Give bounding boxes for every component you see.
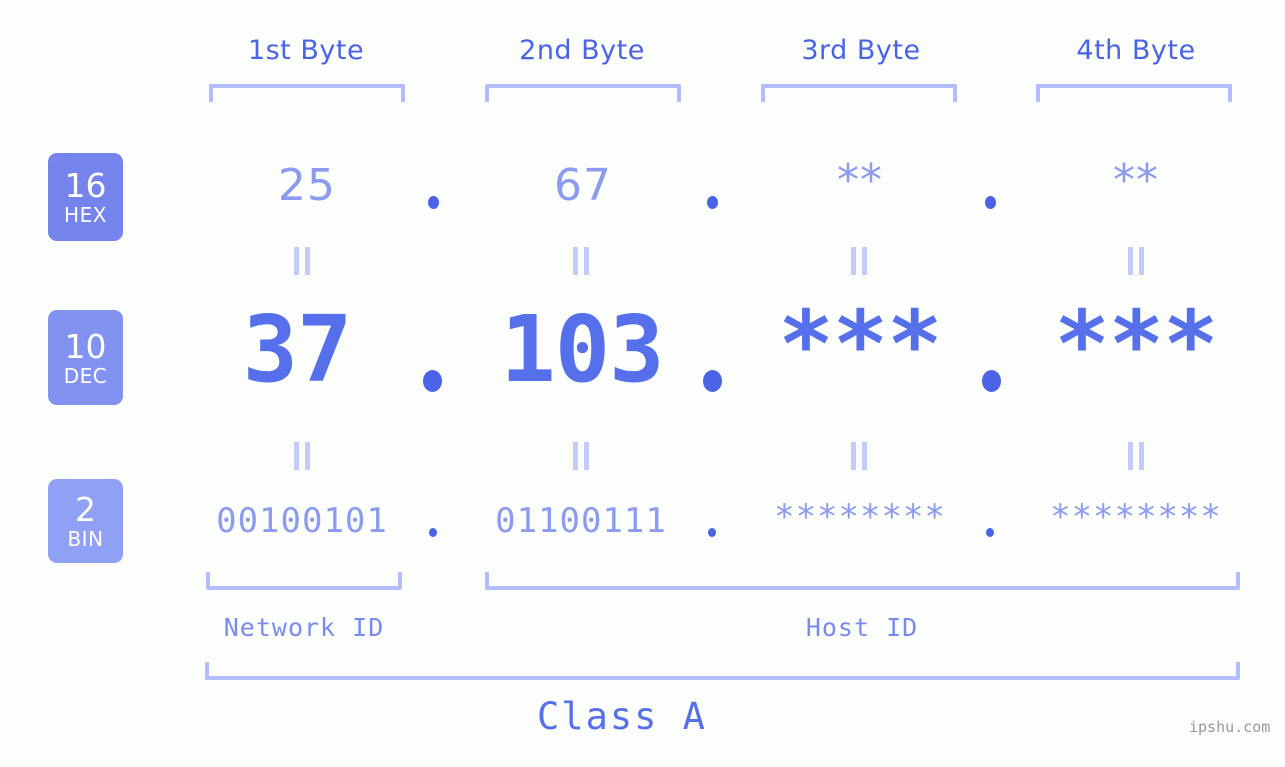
dec-byte-1-value: 37 [242, 296, 353, 403]
byte-bracket-2 [485, 84, 681, 102]
equals-mark-hex-dec-3 [851, 247, 868, 275]
ip-address-breakdown-diagram: 1st Byte 2nd Byte 3rd Byte 4th Byte 16 H… [0, 0, 1285, 767]
bin-byte-2-value: 01100111 [495, 501, 667, 541]
dec-separator-dot-2 [703, 370, 722, 392]
host-id-bracket [485, 572, 1240, 590]
class-label: Class A [537, 695, 707, 738]
hex-separator-dot-1 [428, 196, 439, 209]
hex-separator-dot-3 [985, 196, 996, 209]
badge-dec-number: 10 [64, 326, 107, 366]
bin-byte-1-value: 00100101 [216, 501, 388, 541]
hex-byte-2-value: 67 [554, 160, 612, 211]
badge-bin-number: 2 [75, 490, 96, 529]
dec-separator-dot-3 [982, 370, 1001, 392]
equals-mark-hex-dec-4 [1128, 247, 1145, 275]
byte-header-4: 4th Byte [1076, 35, 1196, 66]
badge-hex-abbr: HEX [64, 203, 107, 227]
equals-mark-hex-dec-1 [294, 247, 311, 275]
badge-hex: 16 HEX [48, 153, 123, 241]
dec-byte-4-value: *** [1054, 291, 1218, 398]
dec-byte-2-value: 103 [500, 296, 664, 403]
watermark: ipshu.com [1189, 718, 1271, 736]
bin-byte-4-value: ******** [1050, 497, 1222, 537]
network-id-label: Network ID [223, 613, 385, 642]
network-id-bracket [206, 572, 402, 590]
bin-separator-dot-3 [986, 528, 994, 537]
badge-dec-abbr: DEC [63, 363, 108, 388]
byte-header-1: 1st Byte [247, 35, 365, 66]
byte-bracket-4 [1036, 84, 1232, 102]
equals-mark-dec-bin-4 [1128, 442, 1145, 470]
badge-dec: 10 DEC [48, 310, 123, 405]
equals-mark-dec-bin-1 [294, 442, 311, 470]
equals-mark-hex-dec-2 [573, 247, 590, 275]
hex-separator-dot-2 [707, 196, 718, 209]
class-bracket [205, 662, 1240, 680]
hex-byte-3-value: ** [837, 155, 883, 206]
byte-header-2: 2nd Byte [519, 35, 645, 66]
badge-bin-abbr: BIN [67, 527, 104, 551]
hex-byte-1-value: 25 [278, 160, 336, 211]
bin-separator-dot-1 [429, 528, 437, 537]
byte-header-3: 3rd Byte [801, 35, 921, 66]
host-id-label: Host ID [805, 613, 919, 642]
dec-separator-dot-1 [423, 370, 442, 392]
equals-mark-dec-bin-3 [851, 442, 868, 470]
bin-byte-3-value: ******** [774, 497, 946, 537]
hex-byte-4-value: ** [1113, 155, 1159, 206]
badge-bin: 2 BIN [48, 479, 123, 563]
equals-mark-dec-bin-2 [573, 442, 590, 470]
dec-byte-3-value: *** [778, 291, 942, 398]
badge-hex-number: 16 [64, 166, 107, 205]
bin-separator-dot-2 [708, 528, 716, 537]
byte-bracket-1 [209, 84, 405, 102]
byte-bracket-3 [761, 84, 957, 102]
